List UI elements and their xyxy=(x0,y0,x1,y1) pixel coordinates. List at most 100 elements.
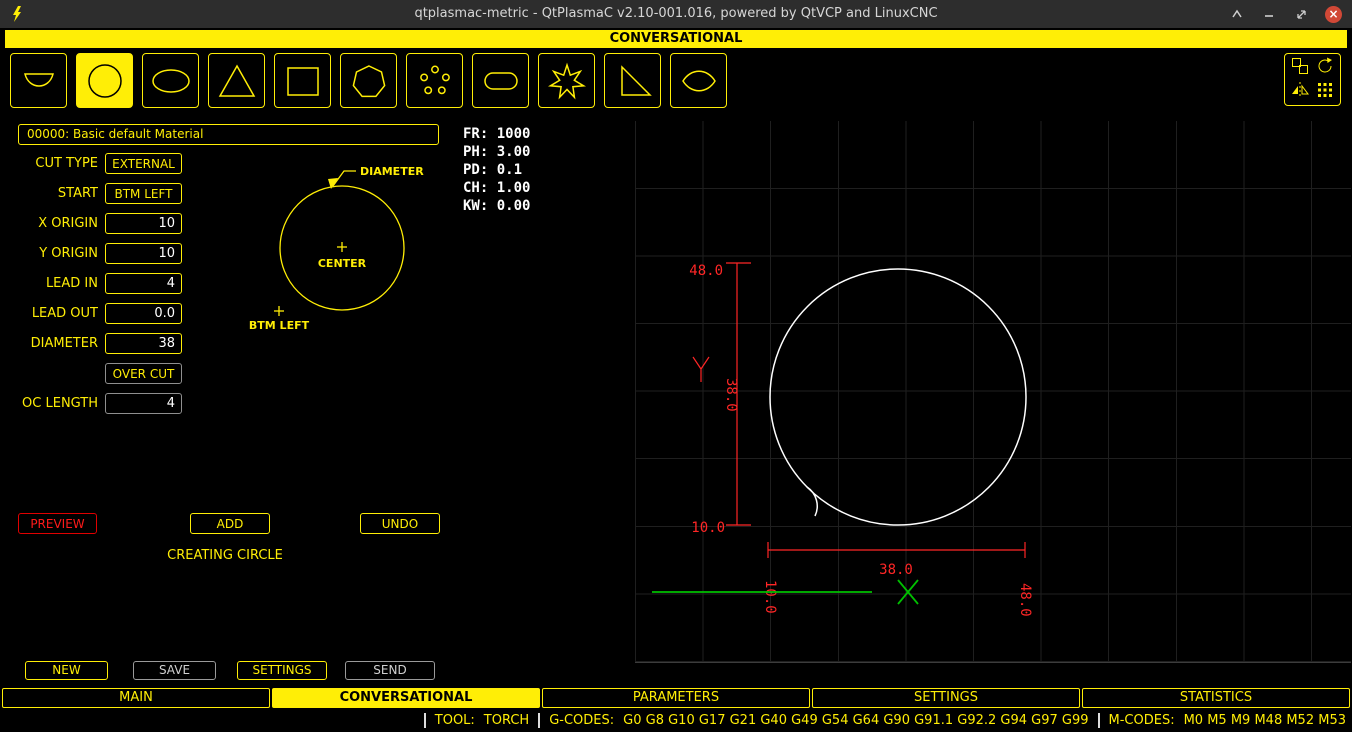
new-button[interactable]: NEW xyxy=(25,661,108,680)
cut-type-row: CUT TYPE EXTERNAL xyxy=(0,153,182,174)
shape-gusset-button[interactable] xyxy=(604,53,661,108)
y-origin-label: Y ORIGIN xyxy=(0,246,98,261)
dim-label-right: 48.0 xyxy=(1017,583,1033,617)
shape-polygon-button[interactable] xyxy=(340,53,397,108)
overcut-row: OVER CUT xyxy=(0,363,182,384)
restore-window-icon[interactable] xyxy=(1293,6,1309,22)
conversational-panel: 00000: Basic default Material CUT TYPE E… xyxy=(0,115,455,688)
minimize-window-icon[interactable] xyxy=(1261,6,1277,22)
lead-in-input[interactable] xyxy=(105,273,182,294)
preview-button[interactable]: PREVIEW xyxy=(18,513,97,534)
add-button[interactable]: ADD xyxy=(190,513,270,534)
y-origin-input[interactable] xyxy=(105,243,182,264)
array-icon xyxy=(1315,80,1335,104)
statusbar: TOOL: TORCH G-CODES: G0 G8 G10 G17 G21 G… xyxy=(0,708,1352,732)
start-label: START xyxy=(0,186,98,201)
titlebar: qtplasmac-metric - QtPlasmaC v2.10-001.0… xyxy=(0,0,1352,28)
status-separator xyxy=(1098,713,1100,728)
mode-banner: CONVERSATIONAL xyxy=(5,30,1347,48)
slot-shape-icon xyxy=(477,57,525,105)
dim-label-height: 38.0 xyxy=(723,378,739,412)
tab-conversational[interactable]: CONVERSATIONAL xyxy=(272,688,540,708)
tab-settings[interactable]: SETTINGS xyxy=(812,688,1080,708)
tool-label: TOOL: xyxy=(435,713,475,728)
shape-rectangle-button[interactable] xyxy=(274,53,331,108)
gcode-preview-area[interactable]: FR: 1000 PH: 3.00 PD: 0.1 CH: 1.00 KW: 0… xyxy=(455,115,1352,688)
material-select[interactable]: 00000: Basic default Material xyxy=(18,124,439,145)
flip-icon xyxy=(1315,56,1335,80)
shape-toolbar xyxy=(0,48,1352,115)
x-origin-label: X ORIGIN xyxy=(0,216,98,231)
tab-main[interactable]: MAIN xyxy=(2,688,270,708)
oc-length-input[interactable] xyxy=(105,393,182,414)
shape-ellipse-button[interactable] xyxy=(142,53,199,108)
start-position-button[interactable]: BTM LEFT xyxy=(105,183,182,204)
status-separator xyxy=(538,713,540,728)
shape-slot-button[interactable] xyxy=(472,53,529,108)
x-origin-input[interactable] xyxy=(105,213,182,234)
lead-in-row: LEAD IN xyxy=(0,273,182,294)
tab-parameters[interactable]: PARAMETERS xyxy=(542,688,810,708)
diameter-label: DIAMETER xyxy=(0,336,98,351)
gcodes-label: G-CODES: xyxy=(549,713,614,728)
line-shape-icon xyxy=(15,57,63,105)
diagram-btm-left-label: BTM LEFT xyxy=(249,319,310,332)
creating-status-text: CREATING CIRCLE xyxy=(0,548,450,563)
ellipse-shape-icon xyxy=(147,57,195,105)
settings-button[interactable]: SETTINGS xyxy=(237,661,327,680)
window-controls: × xyxy=(1229,0,1342,28)
diameter-row: DIAMETER xyxy=(0,333,182,354)
overcut-button[interactable]: OVER CUT xyxy=(105,363,182,384)
shape-bolt-circle-button[interactable] xyxy=(406,53,463,108)
qtplasmac-window: qtplasmac-metric - QtPlasmaC v2.10-001.0… xyxy=(0,0,1352,732)
shape-circle-button[interactable] xyxy=(76,53,133,108)
toolpath-plot: 48.0 38.0 10.0 38.0 10.0 48.0 xyxy=(455,115,1352,688)
transform-tools-button[interactable] xyxy=(1284,53,1341,106)
cut-type-button[interactable]: EXTERNAL xyxy=(105,153,182,174)
oc-length-label: OC LENGTH xyxy=(0,396,98,411)
sector-shape-icon xyxy=(675,57,723,105)
y-origin-row: Y ORIGIN xyxy=(0,243,182,264)
cut-type-label: CUT TYPE xyxy=(0,156,98,171)
diameter-input[interactable] xyxy=(105,333,182,354)
dim-label-bottom: 10.0 xyxy=(691,520,725,536)
main-tabbar: MAIN CONVERSATIONAL PARAMETERS SETTINGS … xyxy=(0,688,1352,708)
lead-in-path xyxy=(807,487,817,516)
shape-help-diagram: DIAMETER CENTER BTM LEFT xyxy=(240,145,445,345)
start-row: START BTM LEFT xyxy=(0,183,182,204)
shape-sector-button[interactable] xyxy=(670,53,727,108)
rectangle-shape-icon xyxy=(279,57,327,105)
lead-out-label: LEAD OUT xyxy=(0,306,98,321)
send-button[interactable]: SEND xyxy=(345,661,435,680)
save-button[interactable]: SAVE xyxy=(133,661,216,680)
shade-window-icon[interactable] xyxy=(1229,6,1245,22)
lead-out-row: LEAD OUT xyxy=(0,303,182,324)
shape-line-button[interactable] xyxy=(10,53,67,108)
tab-statistics[interactable]: STATISTICS xyxy=(1082,688,1350,708)
circle-shape-icon xyxy=(81,57,129,105)
lead-in-label: LEAD IN xyxy=(0,276,98,291)
status-separator xyxy=(424,713,426,728)
tool-value: TORCH xyxy=(484,713,529,728)
part-circle-path xyxy=(770,269,1026,525)
lead-out-input[interactable] xyxy=(105,303,182,324)
gusset-shape-icon xyxy=(609,57,657,105)
gcodes-value: G0 G8 G10 G17 G21 G40 G49 G54 G64 G90 G9… xyxy=(623,713,1088,728)
x-origin-row: X ORIGIN xyxy=(0,213,182,234)
shape-star-button[interactable] xyxy=(538,53,595,108)
star-shape-icon xyxy=(543,57,591,105)
undo-button[interactable]: UNDO xyxy=(360,513,440,534)
mcodes-value: M0 M5 M9 M48 M52 M53 xyxy=(1184,713,1346,728)
diagram-diameter-label: DIAMETER xyxy=(360,165,424,178)
bolt-circle-shape-icon xyxy=(411,57,459,105)
dim-label-left: 10.0 xyxy=(762,580,778,614)
triangle-shape-icon xyxy=(213,57,261,105)
diagram-center-label: CENTER xyxy=(318,257,367,270)
oc-length-row: OC LENGTH xyxy=(0,393,182,414)
close-window-button[interactable]: × xyxy=(1325,6,1342,23)
dim-label-width: 38.0 xyxy=(879,562,913,578)
shape-triangle-button[interactable] xyxy=(208,53,265,108)
origin-marker xyxy=(898,580,918,604)
mcodes-label: M-CODES: xyxy=(1109,713,1175,728)
mirror-icon xyxy=(1290,80,1310,104)
